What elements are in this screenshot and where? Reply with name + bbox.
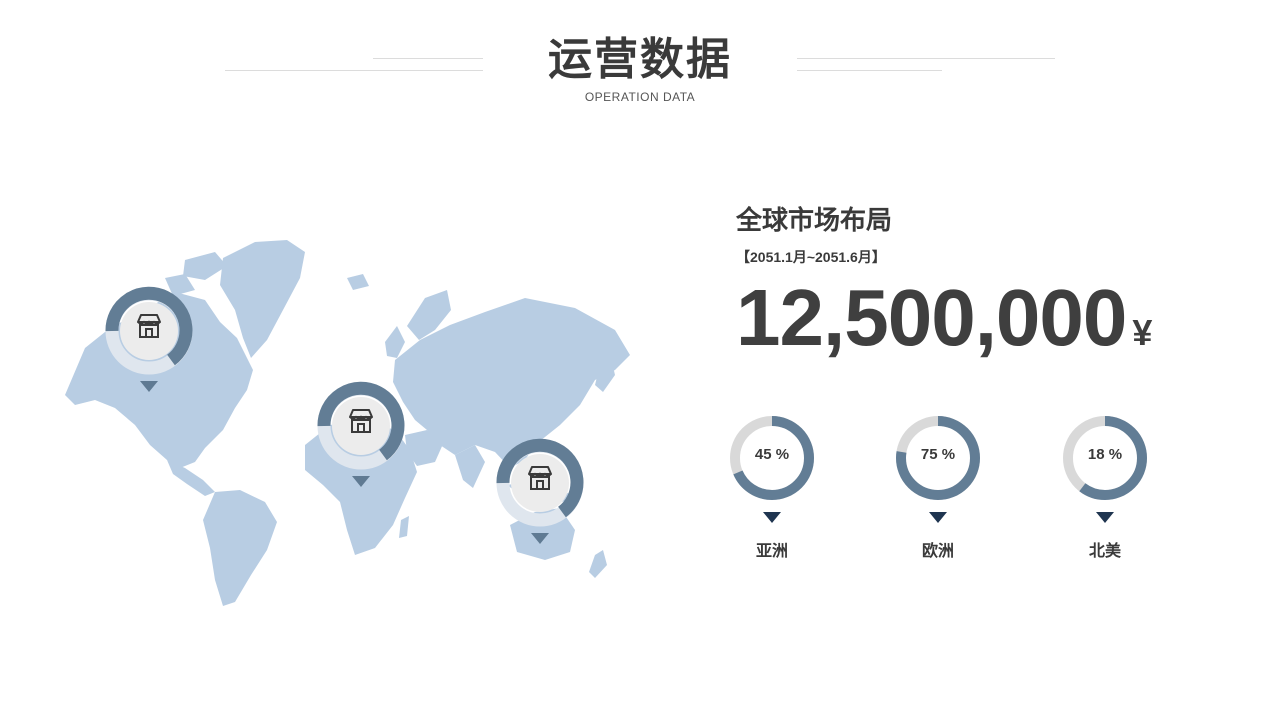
world-map xyxy=(55,230,635,610)
market-amount: 12,500,000 xyxy=(736,273,1127,362)
page-header: 运营数据 OPERATION DATA xyxy=(0,30,1280,104)
currency-symbol: ¥ xyxy=(1132,312,1153,353)
store-icon xyxy=(349,409,373,433)
page-title: 运营数据 xyxy=(548,35,732,84)
region-percent: 45 % xyxy=(754,446,790,463)
region-name: 亚洲 xyxy=(755,543,788,560)
marker-pin-arrow xyxy=(352,476,370,487)
map-marker-europe-africa[interactable] xyxy=(315,380,407,487)
region-pointer xyxy=(1096,512,1114,523)
page-subtitle: OPERATION DATA xyxy=(584,90,696,104)
region-percent: 18 % xyxy=(1087,446,1123,463)
market-amount-row: 12,500,000 ¥ xyxy=(736,272,1152,364)
region-pointer xyxy=(929,512,947,523)
marker-pin-arrow xyxy=(531,533,549,544)
region-donut-north-america: 18 % 北美 xyxy=(1059,412,1151,561)
region-donut-asia: 45 % 亚洲 xyxy=(726,412,818,561)
region-name: 北美 xyxy=(1088,543,1121,560)
market-title: 全球市场布局 xyxy=(736,205,893,235)
region-donut-europe: 75 % 欧洲 xyxy=(892,412,984,561)
store-icon xyxy=(528,466,552,490)
marker-pin-arrow xyxy=(140,381,158,392)
map-marker-north-america[interactable] xyxy=(103,285,195,392)
map-marker-asia-oceania[interactable] xyxy=(494,437,586,544)
market-panel: 全球市场布局 【2051.1月~2051.6月】 12,500,000 ¥ 45 … xyxy=(730,200,1256,560)
region-percent: 75 % xyxy=(920,446,956,463)
store-icon xyxy=(137,314,161,338)
market-period: 【2051.1月~2051.6月】 xyxy=(736,249,886,265)
region-name: 欧洲 xyxy=(921,543,954,560)
region-pointer xyxy=(763,512,781,523)
